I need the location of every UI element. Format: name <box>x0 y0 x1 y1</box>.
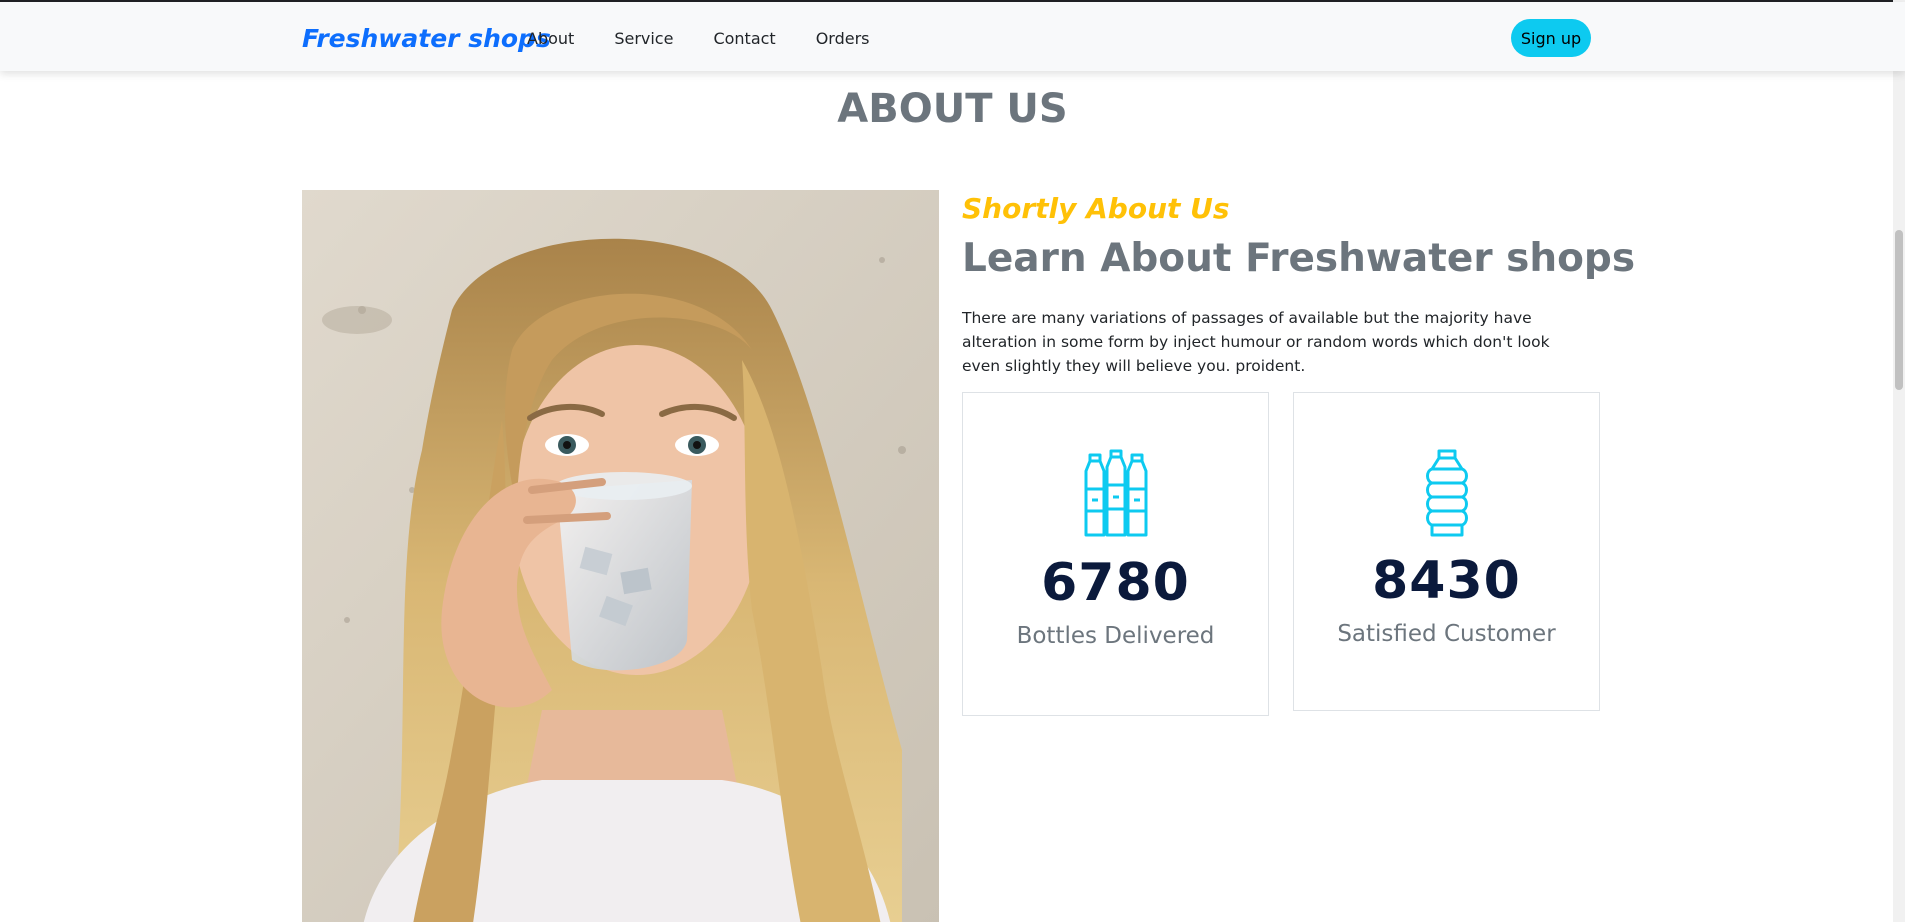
brand-logo-link[interactable]: Freshwater shops <box>302 24 551 53</box>
stat-card-bottles: 6780 Bottles Delivered <box>962 392 1269 716</box>
page: Freshwater shops About Service Contact O… <box>0 0 1905 922</box>
sign-up-button[interactable]: Sign up <box>1511 19 1591 57</box>
woman-drinking-water-photo <box>302 190 939 922</box>
about-subtitle: Shortly About Us <box>962 192 1230 225</box>
satisfied-customer-count: 8430 <box>1372 551 1521 611</box>
nav-link-orders[interactable]: Orders <box>816 29 870 48</box>
navbar: Freshwater shops About Service Contact O… <box>0 2 1905 71</box>
bottles-delivered-count: 6780 <box>1041 553 1190 613</box>
water-jug-icon <box>1294 449 1599 543</box>
three-bottles-icon <box>963 449 1268 543</box>
nav-link-about[interactable]: About <box>527 29 574 48</box>
bottles-delivered-label: Bottles Delivered <box>1016 623 1215 649</box>
photo-illustration <box>302 190 939 922</box>
section-title: ABOUT US <box>837 86 1068 132</box>
nav-link-contact[interactable]: Contact <box>713 29 775 48</box>
about-description: There are many variations of passages of… <box>962 309 1550 375</box>
satisfied-customer-label: Satisfied Customer <box>1337 621 1556 647</box>
about-heading: Learn About Freshwater shops <box>962 236 1636 281</box>
nav-link-service[interactable]: Service <box>614 29 673 48</box>
page-scrollbar[interactable] <box>1893 0 1905 922</box>
nav-links: About Service Contact Orders <box>527 29 910 48</box>
scrollbar-thumb[interactable] <box>1895 230 1903 390</box>
stat-card-customers: 8430 Satisfied Customer <box>1293 392 1600 711</box>
